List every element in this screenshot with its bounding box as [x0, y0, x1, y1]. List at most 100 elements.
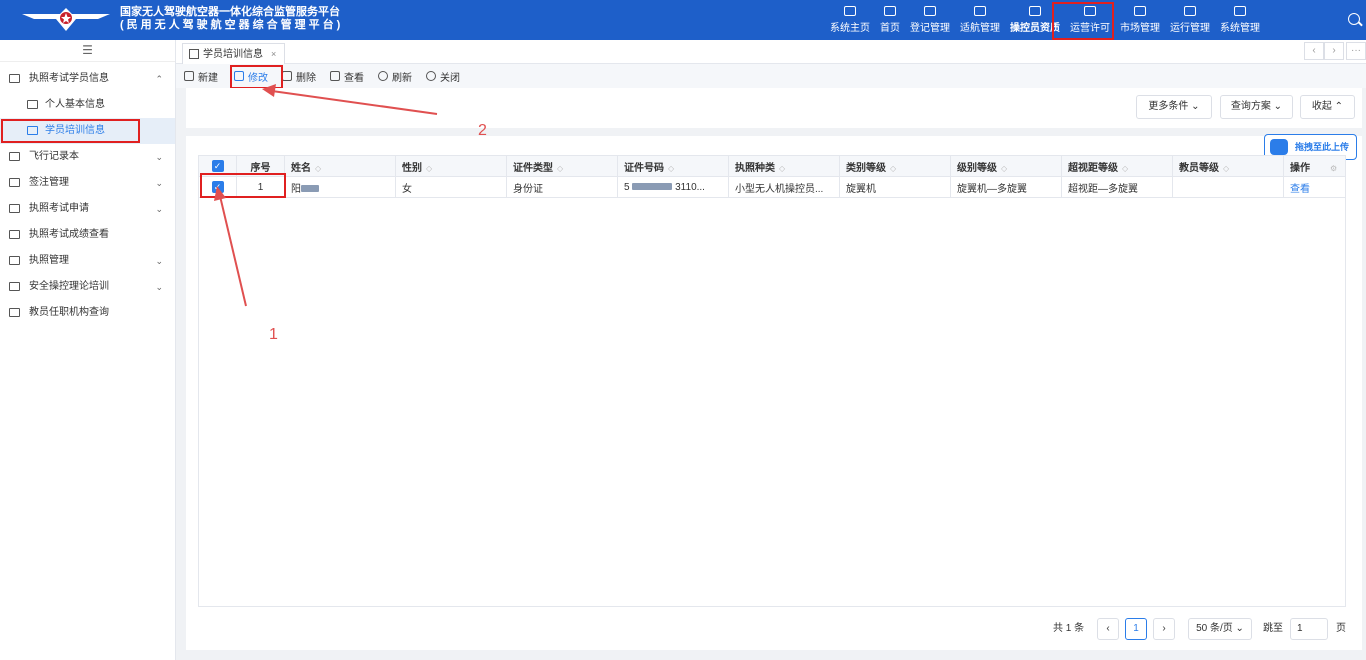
chevron-down-icon: ⌄ [155, 256, 163, 266]
close-button[interactable]: 关闭 [426, 69, 460, 84]
folder-icon [9, 74, 20, 83]
button-label: 关闭 [440, 72, 460, 84]
cell-id-type: 身份证 [506, 176, 618, 198]
table-header-row: ✓ 序号 姓名 ◇ 性别 ◇ 证件类型 ◇ 证件号码 ◇ 执照种类 ◇ 类别等级 ◇ 级别等… [198, 155, 1346, 177]
jump-label: 跳至 [1263, 623, 1283, 634]
nav-airworthiness[interactable]: 适航管理 [955, 0, 1005, 40]
nav-operations[interactable]: 运行管理 [1165, 0, 1215, 40]
clipboard-icon [1134, 6, 1146, 16]
gear-icon [1234, 6, 1246, 16]
tab-training-info[interactable]: 学员培训信息 × [182, 43, 286, 64]
sidebar-item-flight-log[interactable]: 飞行记录本 ⌄ [0, 144, 175, 170]
tab-label: 学员培训信息 [203, 49, 263, 60]
table-row[interactable]: ✓ 1 阳 女 身份证 5 3110... 小型无人机操控员... 旋翼机 旋翼… [198, 176, 1346, 198]
drone-icon [974, 6, 986, 16]
nav-registration[interactable]: 登记管理 [905, 0, 955, 40]
platform-title-line1: 国家无人驾驶航空器一体化综合监管服务平台 [120, 6, 340, 18]
column-label: 证件号码 [624, 162, 664, 174]
button-label: 刷新 [392, 72, 412, 84]
col-id-number[interactable]: 证件号码 ◇ [617, 155, 729, 177]
col-level[interactable]: 级别等级 ◇ [950, 155, 1062, 177]
settings-icon[interactable]: ⚙ [1330, 164, 1337, 173]
col-gender[interactable]: 性别 ◇ [395, 155, 507, 177]
sort-icon: ◇ [426, 163, 433, 173]
nav-system-home[interactable]: 系统主页 [825, 0, 875, 40]
sidebar-item-safety-training[interactable]: 安全操控理论培训 ⌄ [0, 274, 175, 300]
query-scheme-button[interactable]: 查询方案 ⌄ [1220, 95, 1293, 119]
sidebar-item-license-mgmt[interactable]: 执照管理 ⌄ [0, 248, 175, 274]
upload-label: 拖拽至此上传 [1295, 142, 1350, 152]
plus-icon [184, 71, 194, 81]
file-icon [9, 308, 20, 317]
home-screen-icon [844, 6, 856, 16]
nav-label: 系统主页 [830, 23, 870, 34]
view-link[interactable]: 查看 [1283, 176, 1346, 198]
redacted-mask [632, 183, 673, 191]
sidebar-item-label: 个人基本信息 [45, 99, 105, 110]
cycle-icon [1184, 6, 1196, 16]
menu-toggle-icon[interactable]: ☰ [0, 40, 175, 62]
sidebar-item-label: 签注管理 [29, 177, 69, 188]
sidebar-item-instructor-org[interactable]: 教员任职机构查询 [0, 300, 175, 326]
sort-icon: ◇ [1122, 163, 1129, 173]
cell-gender: 女 [395, 176, 507, 198]
sidebar-item-exam-application[interactable]: 执照考试申请 ⌄ [0, 196, 175, 222]
view-button[interactable]: 查看 [330, 69, 364, 84]
column-label: 证件类型 [513, 162, 553, 174]
platform-title-line2: (民用无人驾驶航空器综合管理平台) [120, 19, 344, 31]
page-1-button[interactable]: 1 [1125, 618, 1147, 640]
search-icon[interactable] [1348, 13, 1360, 25]
delete-button[interactable]: 删除 [282, 69, 316, 84]
col-bvlos[interactable]: 超视距等级 ◇ [1061, 155, 1173, 177]
trash-icon [282, 71, 292, 81]
sidebar-item-exam-scores[interactable]: 执照考试成绩查看 [0, 222, 175, 248]
filter-bar: 更多条件 ⌄ 查询方案 ⌄ 收起 ⌃ [186, 88, 1362, 128]
col-action: 操作 ⚙ [1283, 155, 1346, 177]
jump-page-input[interactable]: 1 [1290, 618, 1328, 640]
sidebar-item-endorsement[interactable]: 签注管理 ⌄ [0, 170, 175, 196]
folder-icon [9, 178, 20, 187]
close-icon[interactable]: × [271, 49, 276, 59]
annotation-box-nav [1052, 2, 1114, 40]
page-size-select[interactable]: 50 条/页 ⌄ [1188, 618, 1252, 640]
sidebar-item-label: 飞行记录本 [29, 151, 79, 162]
tab-more-button[interactable]: ··· [1346, 42, 1366, 60]
col-id-type[interactable]: 证件类型 ◇ [506, 155, 618, 177]
top-header: 国家无人驾驶航空器一体化综合监管服务平台 (民用无人驾驶航空器综合管理平台) 系… [0, 0, 1366, 40]
col-name[interactable]: 姓名 ◇ [284, 155, 396, 177]
button-label: 新建 [198, 72, 218, 84]
next-page-button[interactable]: › [1153, 618, 1175, 640]
id-number-text: 5 [624, 181, 630, 193]
cell-instructor [1172, 176, 1284, 198]
new-button[interactable]: 新建 [184, 69, 218, 84]
collapse-button[interactable]: 收起 ⌃ [1300, 95, 1355, 119]
chevron-down-icon: ⌄ [155, 178, 163, 188]
chevron-down-icon: ⌄ [155, 204, 163, 214]
prev-page-button[interactable]: ‹ [1097, 618, 1119, 640]
sidebar-item-personal-info[interactable]: 个人基本信息 [0, 92, 175, 118]
col-instructor[interactable]: 教员等级 ◇ [1172, 155, 1284, 177]
tab-prev-button[interactable]: ‹ [1304, 42, 1324, 60]
tab-bar: 学员培训信息 × ‹ › ··· [176, 40, 1366, 64]
column-label: 操作 [1290, 162, 1310, 174]
refresh-button[interactable]: 刷新 [378, 69, 412, 84]
sidebar-item-label: 执照管理 [29, 255, 69, 266]
col-license-type[interactable]: 执照种类 ◇ [728, 155, 840, 177]
platform-title: 国家无人驾驶航空器一体化综合监管服务平台 (民用无人驾驶航空器综合管理平台) [120, 6, 343, 32]
nav-label: 适航管理 [960, 23, 1000, 34]
more-conditions-button[interactable]: 更多条件 ⌄ [1136, 95, 1212, 119]
sidebar-item-exam-student-info[interactable]: 执照考试学员信息 ⌃ [0, 66, 175, 92]
col-category[interactable]: 类别等级 ◇ [839, 155, 951, 177]
sidebar-item-label: 执照考试学员信息 [29, 73, 109, 84]
folder-icon [9, 282, 20, 291]
column-label: 教员等级 [1179, 162, 1219, 174]
cloud-upload-icon [1270, 139, 1288, 155]
cell-category: 旋翼机 [839, 176, 951, 198]
nav-home[interactable]: 首页 [875, 0, 905, 40]
nav-system-admin[interactable]: 系统管理 [1215, 0, 1265, 40]
nav-label: 登记管理 [910, 23, 950, 34]
annotation-box-row [200, 173, 286, 198]
column-label: 执照种类 [735, 162, 775, 174]
nav-market[interactable]: 市场管理 [1115, 0, 1165, 40]
tab-next-button[interactable]: › [1324, 42, 1344, 60]
